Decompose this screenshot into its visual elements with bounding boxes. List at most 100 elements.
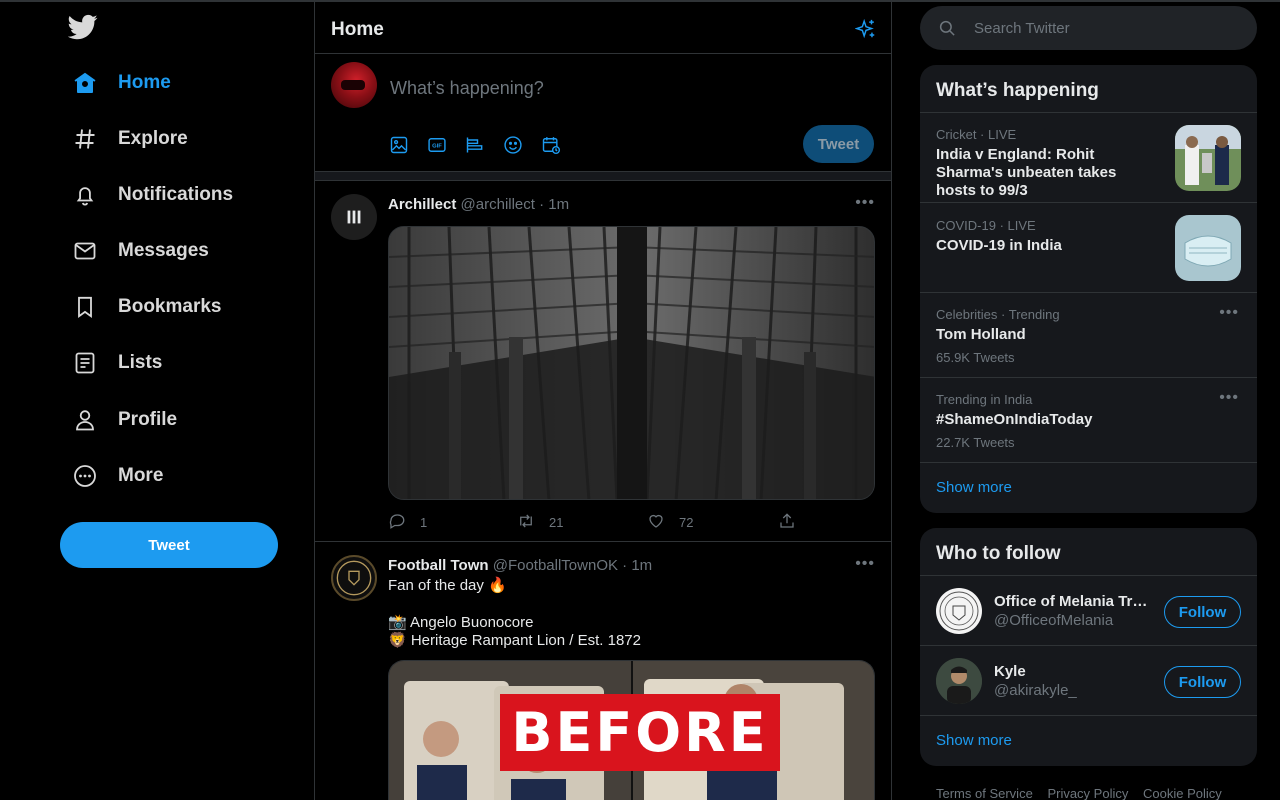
- timestamp[interactable]: 1m: [548, 196, 569, 213]
- mail-icon: [72, 238, 98, 264]
- trend-title: India v England: Rohit Sharma's unbeaten…: [936, 146, 1117, 199]
- tweet-text: 📸 Angelo Buonocore: [388, 614, 534, 631]
- compose-input[interactable]: What’s happening?: [390, 78, 544, 99]
- avatar[interactable]: [936, 588, 982, 634]
- follow-button[interactable]: Follow: [1164, 596, 1241, 628]
- footer-links: Terms of Service Privacy Policy Cookie P…: [936, 786, 1233, 800]
- author-handle[interactable]: @FootballTownOK: [493, 557, 618, 574]
- footer-link[interactable]: Cookie Policy: [1143, 786, 1222, 800]
- section-divider: [315, 172, 891, 181]
- svg-text:GIF: GIF: [432, 144, 442, 150]
- retweet-count: 21: [549, 515, 564, 530]
- search-input[interactable]: [974, 6, 1244, 50]
- trend-count: 65.9K Tweets: [936, 350, 1015, 365]
- search-icon: [938, 19, 956, 37]
- account-handle: @OfficeofMelania: [994, 612, 1114, 629]
- more-circle-icon: [72, 463, 98, 489]
- heart-icon: [647, 512, 665, 533]
- nav-item-bookmarks[interactable]: Bookmarks: [60, 283, 234, 331]
- trend-thumbnail: [1175, 125, 1241, 191]
- compose-tweet-button[interactable]: Tweet: [803, 125, 874, 163]
- tweet[interactable]: Archillect @archillect · 1m ••• 1 21 72: [315, 182, 891, 542]
- reply-count: 1: [420, 515, 428, 530]
- nav-label: Explore: [118, 128, 188, 149]
- footer-link[interactable]: Terms of Service: [936, 786, 1033, 800]
- nav-label: Bookmarks: [118, 296, 222, 317]
- emoji-icon[interactable]: [503, 134, 541, 156]
- avatar[interactable]: [936, 658, 982, 704]
- nav-item-more[interactable]: More: [60, 452, 175, 500]
- panel-title: What’s happening: [936, 80, 1099, 101]
- share-button[interactable]: [778, 512, 796, 533]
- trend-meta: Trending in India: [936, 392, 1033, 407]
- person-icon: [72, 407, 98, 433]
- who-to-follow-panel: Who to follow Office of Melania Trump @O…: [920, 528, 1257, 766]
- twitter-app: Home Explore Notifications Messages Book…: [0, 0, 1280, 800]
- trend-item[interactable]: Cricket · LIVE India v England: Rohit Sh…: [920, 112, 1257, 202]
- trend-count: 22.7K Tweets: [936, 435, 1015, 450]
- nav-item-profile[interactable]: Profile: [60, 396, 189, 444]
- tweet-actions: 1 21 72: [388, 512, 808, 532]
- tweet-composer: What’s happening? GIF Tweet: [315, 54, 891, 172]
- schedule-icon[interactable]: [541, 134, 579, 156]
- nav-item-lists[interactable]: Lists: [60, 339, 174, 387]
- more-options-icon[interactable]: •••: [1219, 389, 1239, 407]
- avatar[interactable]: [331, 194, 377, 240]
- search-box[interactable]: [920, 6, 1257, 50]
- author-name[interactable]: Archillect: [388, 196, 456, 213]
- tweet-text: 🦁 Heritage Rampant Lion / Est. 1872: [388, 632, 641, 649]
- trend-item[interactable]: COVID-19 · LIVE COVID-19 in India: [920, 202, 1257, 292]
- timeline-header: Home: [315, 2, 891, 54]
- account-name: Kyle: [994, 663, 1026, 680]
- nav-item-home[interactable]: Home: [60, 59, 183, 107]
- trend-item[interactable]: Celebrities · Trending Tom Holland 65.9K…: [920, 292, 1257, 377]
- composer-toolbar: GIF: [389, 134, 579, 156]
- show-more-link[interactable]: Show more: [920, 715, 1257, 766]
- trend-meta: COVID-19 · LIVE: [936, 218, 1036, 233]
- nav-item-notifications[interactable]: Notifications: [60, 171, 245, 219]
- timeline: Home What’s happening? GIF Tweet Archill…: [314, 0, 892, 800]
- author-name[interactable]: Football Town: [388, 557, 489, 574]
- follow-button[interactable]: Follow: [1164, 666, 1241, 698]
- nav-label: Notifications: [118, 184, 234, 205]
- more-options-icon[interactable]: •••: [855, 555, 875, 573]
- retweet-button[interactable]: 21: [517, 512, 563, 533]
- trend-title: #ShameOnIndiaToday: [936, 411, 1093, 428]
- like-button[interactable]: 72: [647, 512, 693, 533]
- avatar[interactable]: [331, 555, 377, 601]
- bell-icon: [72, 182, 98, 208]
- whats-happening-panel: What’s happening Cricket · LIVE India v …: [920, 65, 1257, 513]
- follow-suggestion[interactable]: Office of Melania Trump @OfficeofMelania…: [920, 575, 1257, 645]
- sidebar-nav: Home Explore Notifications Messages Book…: [0, 0, 314, 800]
- tweet-header: Archillect @archillect · 1m: [388, 196, 570, 213]
- more-options-icon[interactable]: •••: [855, 194, 875, 212]
- footer-link[interactable]: Privacy Policy: [1047, 786, 1128, 800]
- twitter-logo-icon[interactable]: [67, 12, 98, 42]
- share-icon: [778, 512, 796, 533]
- show-more-link[interactable]: Show more: [920, 462, 1257, 513]
- reply-icon: [388, 512, 406, 533]
- trend-meta: Celebrities · Trending: [936, 307, 1060, 322]
- author-handle[interactable]: @archillect: [461, 196, 535, 213]
- nav-item-explore[interactable]: Explore: [60, 115, 200, 163]
- nav-label: Messages: [118, 240, 209, 261]
- gif-icon[interactable]: GIF: [427, 134, 465, 156]
- tweet-image[interactable]: [388, 226, 875, 500]
- tweet-button[interactable]: Tweet: [60, 522, 278, 568]
- tweet-header: Football Town @FootballTownOK · 1m: [388, 557, 653, 574]
- nav-item-messages[interactable]: Messages: [60, 227, 221, 275]
- trend-title: COVID-19 in India: [936, 237, 1062, 254]
- follow-suggestion[interactable]: Kyle @akirakyle_ Follow: [920, 645, 1257, 715]
- bookmark-icon: [72, 294, 98, 320]
- page-title: Home: [331, 19, 384, 40]
- image-icon[interactable]: [389, 134, 427, 156]
- hashtag-icon: [72, 126, 98, 152]
- sparkle-icon[interactable]: [854, 18, 877, 40]
- reply-button[interactable]: 1: [388, 512, 427, 533]
- nav-label: Lists: [118, 352, 163, 373]
- trend-item[interactable]: Trending in India #ShameOnIndiaToday 22.…: [920, 377, 1257, 462]
- more-options-icon[interactable]: •••: [1219, 304, 1239, 322]
- avatar[interactable]: [331, 62, 377, 108]
- timestamp[interactable]: 1m: [631, 557, 652, 574]
- poll-icon[interactable]: [465, 134, 503, 156]
